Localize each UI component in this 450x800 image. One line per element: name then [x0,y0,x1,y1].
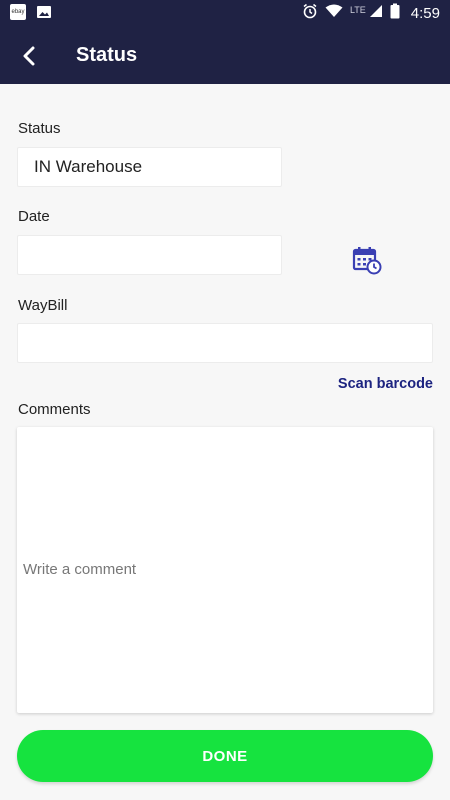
network-type: LTE [349,5,366,15]
status-bar: ebay LTE 4:59 [0,0,450,26]
alarm-icon [302,3,318,24]
comments-label: Comments [18,401,91,418]
status-label: Status [18,120,61,137]
app-bar: Status [0,26,450,84]
clock: 4:59 [410,4,440,22]
comments-box [17,427,433,713]
status-field[interactable]: IN Warehouse [17,147,282,187]
ebay-app-icon: ebay [10,4,26,20]
status-icons: LTE 4:59 [302,3,440,23]
page-title: Status [76,44,138,66]
date-field[interactable] [17,235,282,275]
scan-barcode-link[interactable]: Scan barcode [338,376,433,392]
wifi-icon [325,4,343,23]
image-icon [36,4,52,20]
calendar-icon[interactable] [352,245,382,275]
waybill-field[interactable] [17,323,433,363]
back-button[interactable] [14,40,46,72]
back-arrow-icon [23,46,35,66]
comment-input[interactable] [17,427,433,713]
signal-icon [369,4,383,23]
date-label: Date [18,208,50,225]
done-button[interactable]: DONE [17,730,433,782]
waybill-label: WayBill [18,297,68,314]
battery-icon [390,3,400,24]
